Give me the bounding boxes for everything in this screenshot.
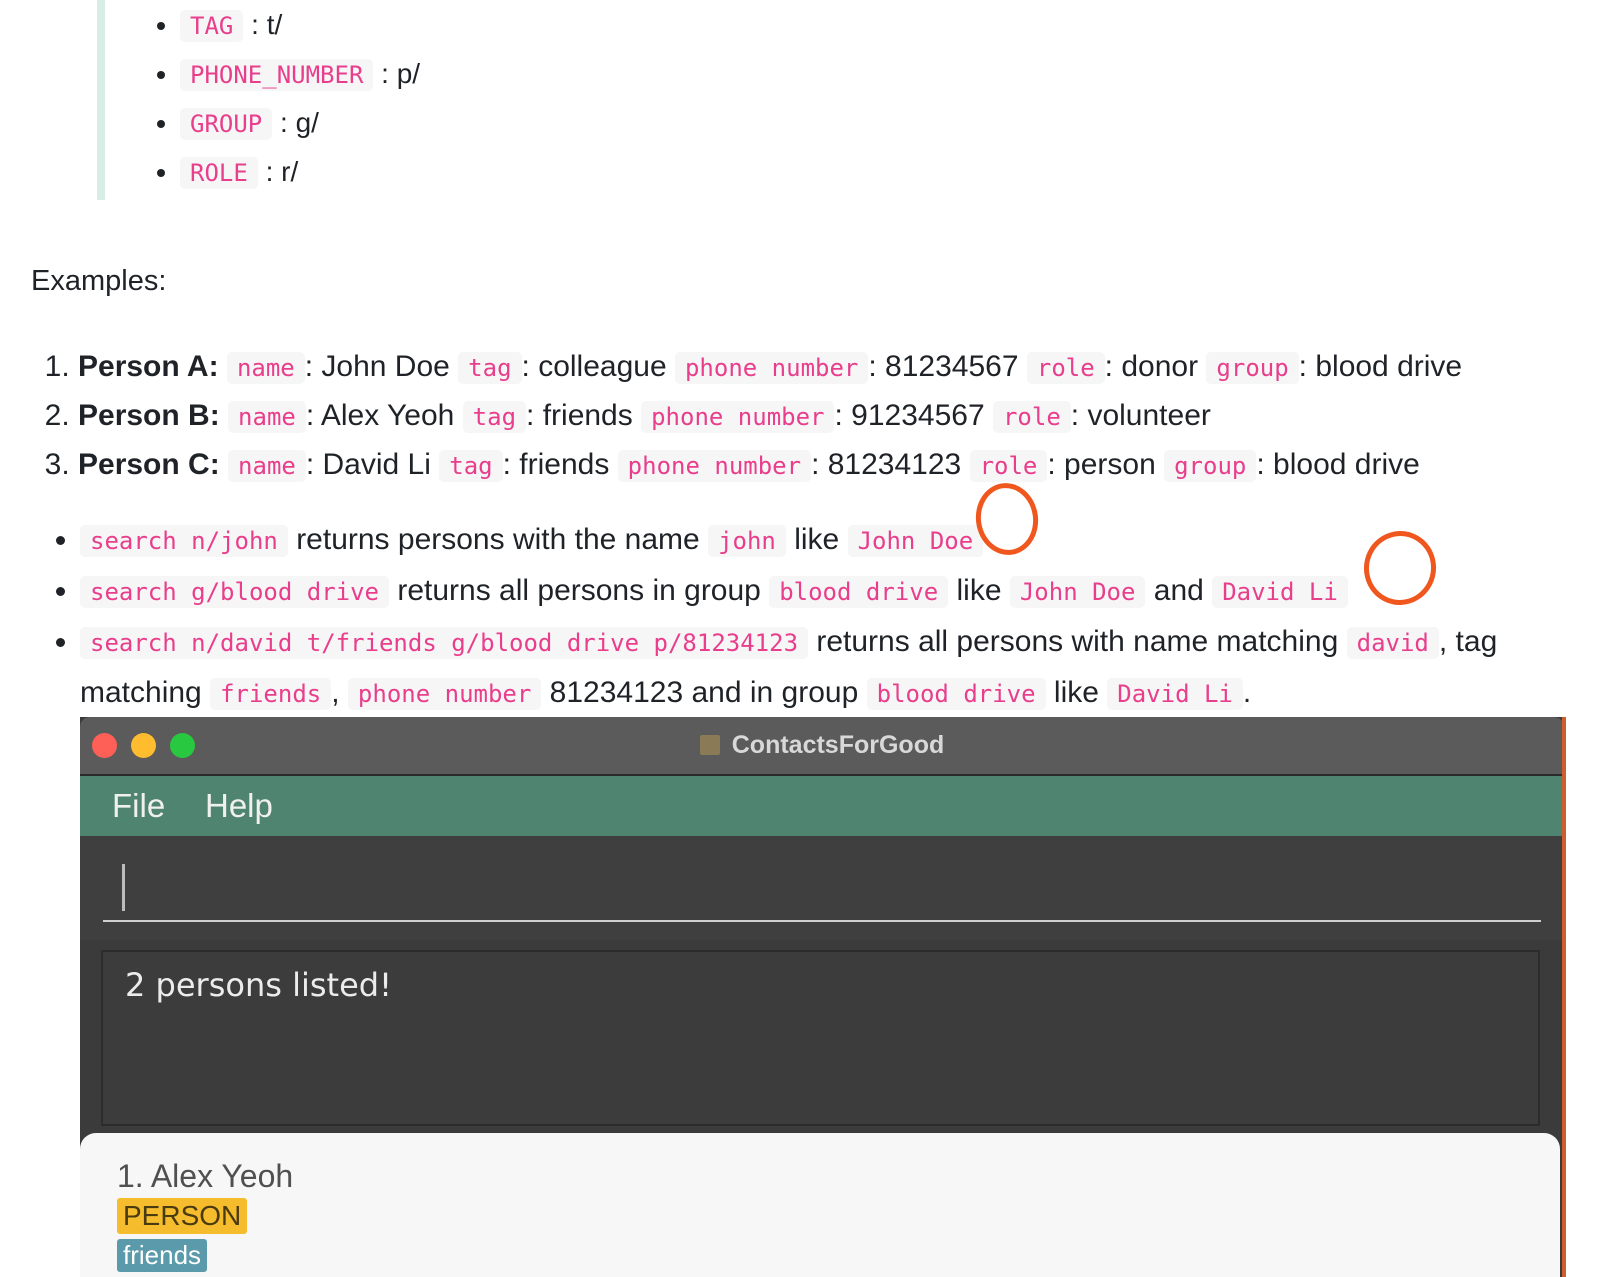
field-value: : donor	[1104, 350, 1199, 383]
inline-code: friends	[210, 678, 332, 710]
field-value: : blood drive	[1256, 448, 1420, 481]
field-key: name	[228, 401, 306, 433]
prefix-code: GROUP	[180, 108, 273, 140]
examples-heading: Examples:	[31, 265, 167, 297]
example-text: like	[1053, 676, 1099, 709]
prefix-code: ROLE	[180, 157, 258, 189]
example-text: like	[794, 523, 840, 556]
person-label: Person C:	[78, 448, 220, 481]
field-value: : 81234123	[811, 448, 962, 481]
field-key: group	[1206, 352, 1299, 384]
menu-bar: File Help	[80, 776, 1564, 836]
person-item: Person B: name: Alex Yeoh tag: friends p…	[78, 391, 1614, 440]
menu-file[interactable]: File	[112, 787, 165, 825]
prefix-code: PHONE_NUMBER	[180, 59, 374, 91]
window-title-text: ContactsForGood	[731, 731, 945, 759]
search-command: search g/blood drive	[80, 576, 389, 608]
text-caret	[122, 864, 125, 911]
persons-list: Person A: name: John Doe tag: colleague …	[46, 342, 1614, 489]
prefix-item: ROLE : r/	[180, 147, 805, 196]
inline-code: David Li	[1212, 576, 1348, 608]
inline-code: blood drive	[866, 678, 1046, 710]
field-value: : 91234567	[834, 399, 985, 432]
prefix-text: : r/	[265, 156, 299, 187]
field-value: : colleague	[521, 350, 667, 383]
person-item: Person A: name: John Doe tag: colleague …	[78, 342, 1614, 391]
prefix-note-box: TAG : t/ PHONE_NUMBER : p/ GROUP : g/ RO…	[97, 0, 805, 200]
menu-help[interactable]: Help	[205, 787, 273, 825]
window-shadow-edge	[1562, 717, 1566, 1277]
role-badge: PERSON	[117, 1198, 248, 1234]
app-icon	[699, 735, 720, 755]
result-message: 2 persons listed!	[125, 966, 392, 1004]
person-label: Person A:	[78, 350, 219, 383]
field-key: name	[226, 352, 305, 384]
inline-code: blood drive	[769, 576, 949, 608]
example-text: returns all persons with name matching	[816, 625, 1339, 658]
field-value: : volunteer	[1070, 399, 1211, 432]
example-text: and	[1153, 574, 1204, 607]
search-command: search n/david t/friends g/blood drive p…	[80, 627, 809, 659]
prefix-item: TAG : t/	[180, 0, 805, 49]
field-key: group	[1164, 450, 1257, 482]
field-key: tag	[462, 401, 527, 433]
search-example-item: search n/david t/friends g/blood drive p…	[80, 617, 1610, 719]
field-value: : 81234567	[868, 350, 1019, 383]
field-key: phone number	[674, 352, 869, 384]
example-text: returns persons with the name	[296, 523, 700, 556]
field-key: phone number	[617, 450, 812, 482]
command-box[interactable]	[80, 836, 1564, 940]
inline-code: John Doe	[1009, 576, 1146, 608]
inline-code: John Doe	[847, 525, 984, 557]
command-underline	[103, 920, 1541, 922]
inline-code: david	[1346, 627, 1439, 659]
window-title: ContactsForGood	[80, 731, 1564, 760]
example-text: ,	[331, 676, 340, 709]
search-command: search n/john	[80, 525, 288, 557]
inline-code: john	[708, 525, 786, 557]
field-value: : friends	[526, 399, 633, 432]
prefix-item: PHONE_NUMBER : p/	[180, 49, 805, 98]
person-label: Person B:	[78, 399, 220, 432]
prefix-text: : t/	[251, 9, 283, 40]
example-text: like	[956, 574, 1002, 607]
field-key: tag	[439, 450, 503, 482]
field-key: name	[228, 450, 306, 482]
field-value: : friends	[502, 448, 610, 481]
tag-badge: friends	[117, 1239, 208, 1272]
field-key: role	[969, 450, 1048, 482]
field-value: : person	[1047, 448, 1156, 481]
example-text: .	[1242, 676, 1252, 709]
field-key: role	[1026, 352, 1105, 384]
field-key: tag	[458, 352, 522, 384]
prefix-code: TAG	[180, 10, 244, 42]
inline-code: phone number	[347, 678, 542, 710]
example-text: returns all persons in group	[397, 574, 761, 607]
field-value: : Alex Yeoh	[305, 399, 455, 432]
example-text: 81234123 and in group	[549, 676, 859, 709]
field-key: role	[992, 401, 1071, 433]
person-list-panel: 1. Alex Yeoh PERSON friends	[80, 1133, 1560, 1277]
field-value: : David Li	[305, 448, 431, 481]
prefix-item: GROUP : g/	[180, 98, 805, 147]
app-window: ContactsForGood File Help 2 persons list…	[80, 717, 1564, 1277]
field-value: : blood drive	[1298, 350, 1463, 383]
window-titlebar: ContactsForGood	[80, 717, 1564, 776]
prefix-text: : g/	[280, 107, 319, 138]
field-value: : John Doe	[304, 350, 450, 383]
prefix-text: : p/	[381, 58, 421, 89]
person-item: Person C: name: David Li tag: friends ph…	[78, 440, 1614, 489]
inline-code: David Li	[1107, 678, 1243, 710]
result-display: 2 persons listed!	[101, 950, 1540, 1126]
prefix-list: TAG : t/ PHONE_NUMBER : p/ GROUP : g/ RO…	[105, 0, 805, 196]
field-key: phone number	[641, 401, 835, 433]
person-card-name[interactable]: 1. Alex Yeoh	[117, 1158, 293, 1195]
